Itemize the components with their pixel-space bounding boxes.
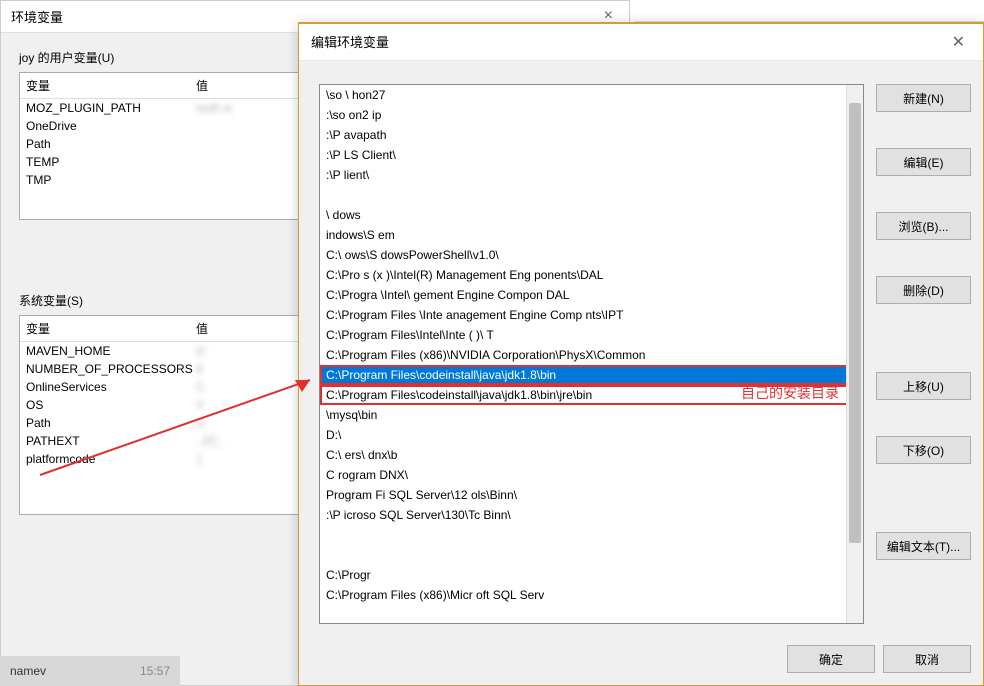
- list-item[interactable]: C:\Progra \Intel\ gement Engine Compon D…: [320, 285, 863, 305]
- list-item[interactable]: :\P avapath: [320, 125, 863, 145]
- list-item[interactable]: :\so on2 ip: [320, 105, 863, 125]
- path-list[interactable]: \so \ hon27 :\so on2 ip :\P avapath :\P …: [319, 84, 864, 624]
- move-down-button[interactable]: 下移(O): [876, 436, 971, 464]
- taskbar-time: 15:57: [140, 664, 170, 678]
- col-header-name: 变量: [26, 320, 196, 337]
- list-item[interactable]: C:\Program Files \Inte anagement Engine …: [320, 305, 863, 325]
- taskbar-app-name: namev: [10, 664, 46, 678]
- annotation-text: 自己的安装目录: [741, 385, 839, 401]
- list-item[interactable]: :\P LS Client\: [320, 145, 863, 165]
- button-column: 新建(N) 编辑(E) 浏览(B)... 删除(D) 上移(U) 下移(O) 编…: [876, 84, 971, 560]
- scrollbar[interactable]: [846, 85, 863, 623]
- list-item[interactable]: indows\S em: [320, 225, 863, 245]
- col-header-name: 变量: [26, 77, 196, 94]
- list-item[interactable]: C:\Program Files\codeinstall\java\jdk1.8…: [320, 385, 863, 405]
- list-item[interactable]: [320, 525, 863, 545]
- list-item[interactable]: C:\Program Files\Intel\Inte ( )\ T: [320, 325, 863, 345]
- dialog1-title-text: 环境变量: [11, 7, 63, 26]
- list-item[interactable]: C:\Progr: [320, 565, 863, 585]
- new-button[interactable]: 新建(N): [876, 84, 971, 112]
- list-item[interactable]: D:\: [320, 425, 863, 445]
- close-icon[interactable]: ✕: [946, 32, 971, 52]
- list-item[interactable]: Program Fi SQL Server\12 ols\Binn\: [320, 485, 863, 505]
- dialog-bottom-buttons: 确定 取消: [787, 645, 971, 673]
- list-item[interactable]: \so \ hon27: [320, 85, 863, 105]
- list-item[interactable]: \mysq\bin: [320, 405, 863, 425]
- dialog2-titlebar: 编辑环境变量 ✕: [299, 24, 983, 61]
- list-item[interactable]: C:\Pro s (x )\Intel(R) Management Eng po…: [320, 265, 863, 285]
- ok-button[interactable]: 确定: [787, 645, 875, 673]
- list-item[interactable]: C rogram DNX\: [320, 465, 863, 485]
- list-item[interactable]: C:\Program Files (x86)\NVIDIA Corporatio…: [320, 345, 863, 365]
- edit-text-button[interactable]: 编辑文本(T)...: [876, 532, 971, 560]
- edit-env-var-dialog: 编辑环境变量 ✕ \so \ hon27 :\so on2 ip :\P ava…: [298, 22, 984, 686]
- background-fragment: [635, 0, 984, 22]
- list-item[interactable]: [320, 185, 863, 205]
- list-item[interactable]: C:\ ers\ dnx\b: [320, 445, 863, 465]
- list-item[interactable]: [320, 545, 863, 565]
- list-item[interactable]: C:\ ows\S dowsPowerShell\v1.0\: [320, 245, 863, 265]
- taskbar-item[interactable]: namev 15:57: [0, 656, 180, 686]
- delete-button[interactable]: 删除(D): [876, 276, 971, 304]
- list-item[interactable]: C:\Program Files (x86)\Micr oft SQL Serv: [320, 585, 863, 605]
- edit-button[interactable]: 编辑(E): [876, 148, 971, 176]
- list-item[interactable]: C:\Program Files\codeinstall\java\jdk1.8…: [320, 365, 863, 385]
- list-item[interactable]: :\P lient\: [320, 165, 863, 185]
- list-item[interactable]: \ dows: [320, 205, 863, 225]
- scrollbar-thumb[interactable]: [849, 103, 861, 543]
- dialog2-title-text: 编辑环境变量: [311, 32, 389, 52]
- list-item[interactable]: :\P icroso SQL Server\130\Tc Binn\: [320, 505, 863, 525]
- move-up-button[interactable]: 上移(U): [876, 372, 971, 400]
- cancel-button[interactable]: 取消: [883, 645, 971, 673]
- browse-button[interactable]: 浏览(B)...: [876, 212, 971, 240]
